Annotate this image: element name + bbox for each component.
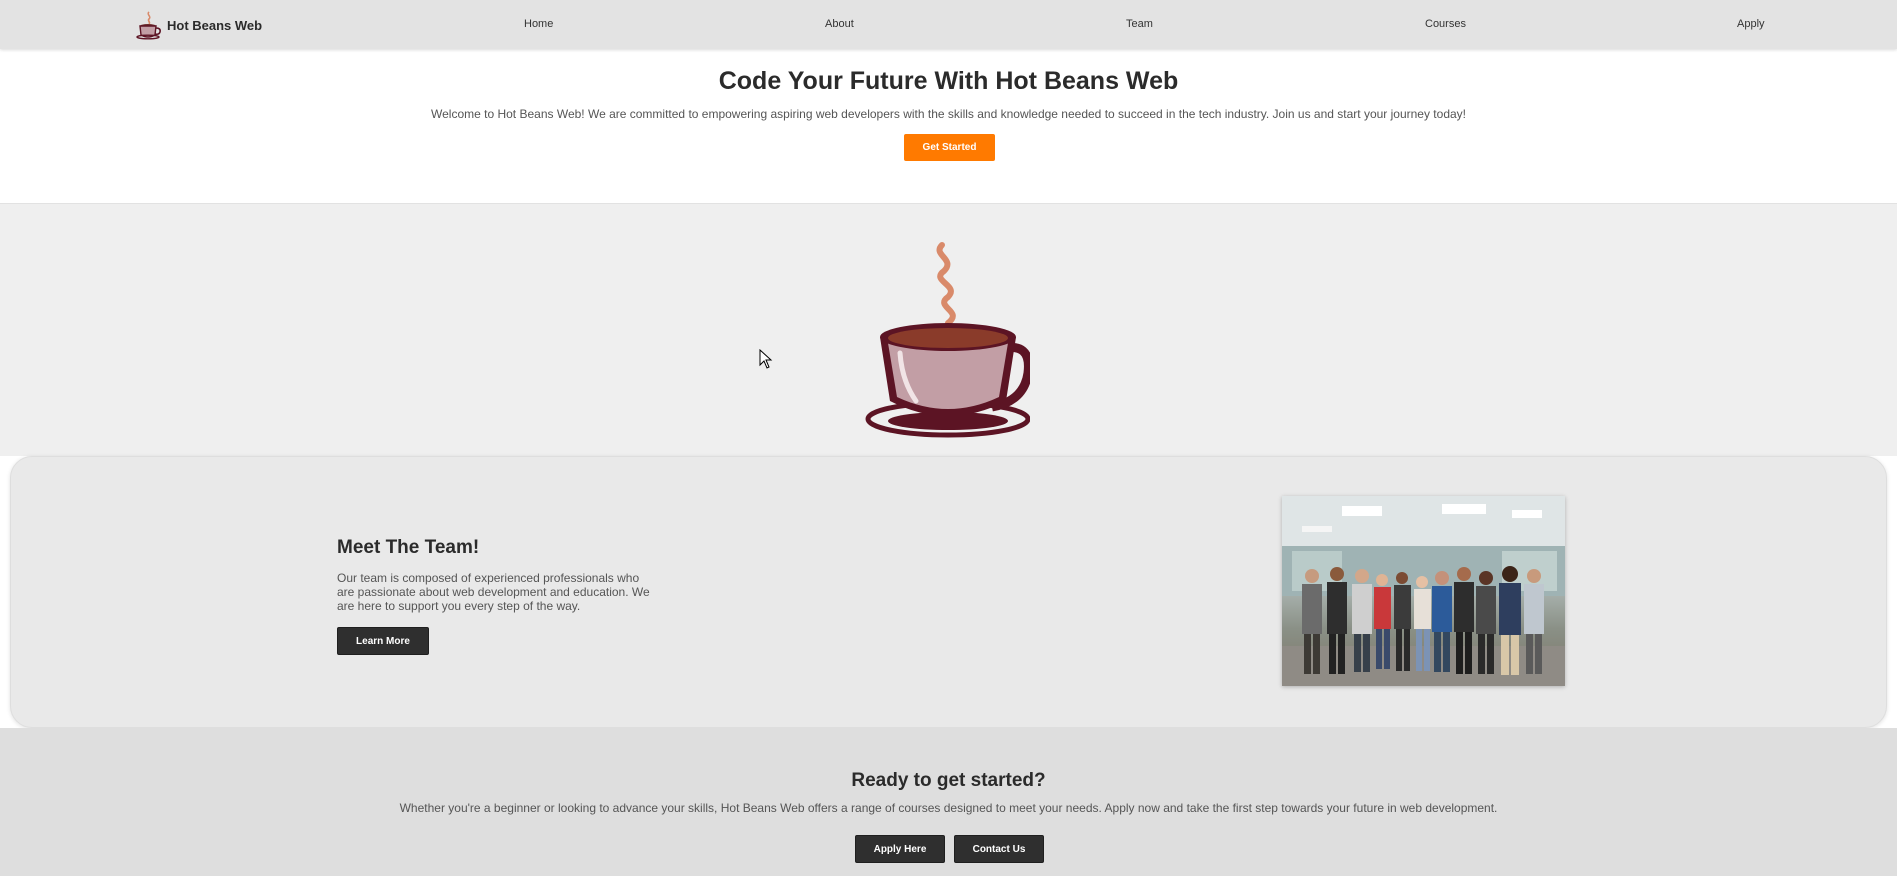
hero-title: Code Your Future With Hot Beans Web bbox=[718, 67, 1179, 95]
brand[interactable]: Hot Beans Web bbox=[136, 10, 262, 40]
nav-link-courses[interactable]: Courses bbox=[1425, 18, 1466, 30]
cta-text: Whether you're a beginner or looking to … bbox=[399, 801, 1498, 815]
nav-link-home[interactable]: Home bbox=[524, 18, 553, 30]
coffee-cup-icon bbox=[865, 242, 1030, 438]
team-photo-illustration bbox=[1282, 496, 1565, 686]
nav-link-team[interactable]: Team bbox=[1126, 18, 1153, 30]
nav-link-apply[interactable]: Apply bbox=[1737, 18, 1765, 30]
brand-name: Hot Beans Web bbox=[167, 17, 263, 33]
hero-section: Code Your Future With Hot Beans Web Welc… bbox=[0, 49, 1897, 204]
team-text: Our team is composed of experienced prof… bbox=[337, 571, 650, 613]
learn-more-button[interactable]: Learn More bbox=[337, 627, 429, 655]
coffee-cup-logo-icon bbox=[136, 11, 161, 40]
hero-text: Welcome to Hot Beans Web! We are committ… bbox=[431, 107, 1466, 121]
apply-here-button[interactable]: Apply Here bbox=[855, 835, 945, 863]
logo-banner bbox=[0, 204, 1897, 456]
team-title: Meet The Team! bbox=[337, 537, 480, 558]
cta-section: Ready to get started? Whether you're a b… bbox=[0, 728, 1897, 876]
meet-the-team-card: Meet The Team! Our team is composed of e… bbox=[10, 456, 1887, 728]
contact-us-button[interactable]: Contact Us bbox=[954, 835, 1044, 863]
mouse-pointer-icon bbox=[759, 349, 773, 369]
cta-title: Ready to get started? bbox=[851, 770, 1046, 791]
get-started-button[interactable]: Get Started bbox=[904, 134, 995, 161]
site-header: Hot Beans Web Home About Team Courses Ap… bbox=[0, 0, 1897, 49]
nav-link-about[interactable]: About bbox=[825, 18, 854, 30]
team-photo bbox=[1282, 496, 1565, 686]
